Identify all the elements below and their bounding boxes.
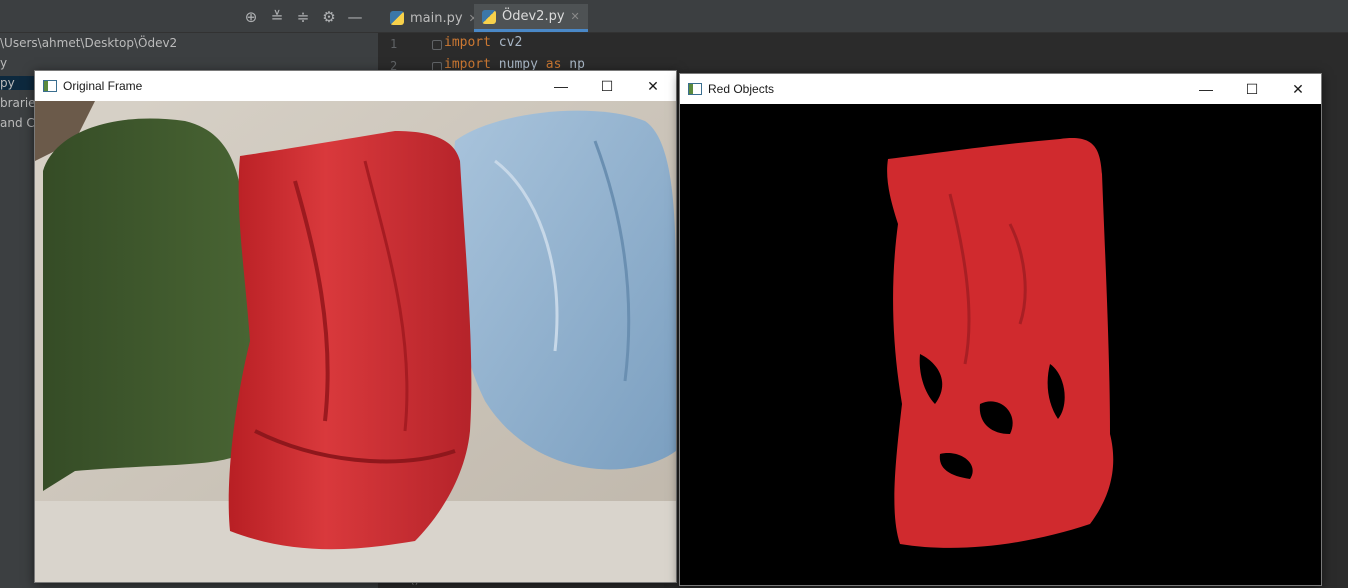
ide-toolbar: [0, 0, 1348, 33]
window-title: Original Frame: [63, 79, 143, 93]
camera-frame-image: [35, 101, 676, 582]
original-frame-window[interactable]: Original Frame — ☐ ✕: [34, 70, 677, 583]
tab-main-py[interactable]: main.py ✕: [382, 4, 486, 32]
red-mask-image: [680, 104, 1321, 585]
keyword: import: [444, 35, 491, 50]
python-file-icon: [482, 9, 496, 24]
camera-frame-svg: [35, 101, 676, 582]
tree-item-selected[interactable]: py: [0, 76, 36, 90]
project-toolbar: ⊕ ≚ ≑ ⚙ —: [240, 6, 366, 28]
window-titlebar[interactable]: Original Frame — ☐ ✕: [35, 71, 676, 101]
red-objects-window[interactable]: Red Objects — ☐ ✕: [679, 73, 1322, 586]
minimize-button[interactable]: —: [538, 71, 584, 101]
minimize-icon[interactable]: —: [344, 6, 366, 28]
close-button[interactable]: ✕: [1275, 74, 1321, 104]
tab-label: Ödev2.py: [502, 9, 565, 24]
minimize-button[interactable]: —: [1183, 74, 1229, 104]
red-object-mask: [887, 138, 1114, 548]
maximize-button[interactable]: ☐: [1229, 74, 1275, 104]
tab-label: main.py: [410, 10, 463, 26]
window-titlebar[interactable]: Red Objects — ☐ ✕: [680, 74, 1321, 104]
code-line[interactable]: import cv2: [444, 35, 522, 50]
code-text: cv2: [490, 35, 523, 50]
collapse-all-icon[interactable]: ≑: [292, 6, 314, 28]
tree-item[interactable]: y: [0, 56, 7, 70]
window-title: Red Objects: [708, 82, 775, 96]
line-number: 1: [390, 37, 398, 51]
app-icon: [688, 83, 702, 95]
fold-icon[interactable]: [432, 40, 442, 50]
expand-all-icon[interactable]: ≚: [266, 6, 288, 28]
app-icon: [43, 80, 57, 92]
red-shirt: [228, 131, 472, 550]
close-icon[interactable]: ✕: [571, 10, 580, 23]
maximize-button[interactable]: ☐: [584, 71, 630, 101]
close-button[interactable]: ✕: [630, 71, 676, 101]
python-file-icon: [390, 11, 404, 25]
tab-odev2-py[interactable]: Ödev2.py ✕: [474, 4, 588, 32]
crosshair-icon[interactable]: ⊕: [240, 6, 262, 28]
gear-icon[interactable]: ⚙: [318, 6, 340, 28]
project-root-path[interactable]: \Users\ahmet\Desktop\Ödev2: [0, 36, 177, 50]
red-mask-svg: [680, 104, 1321, 585]
